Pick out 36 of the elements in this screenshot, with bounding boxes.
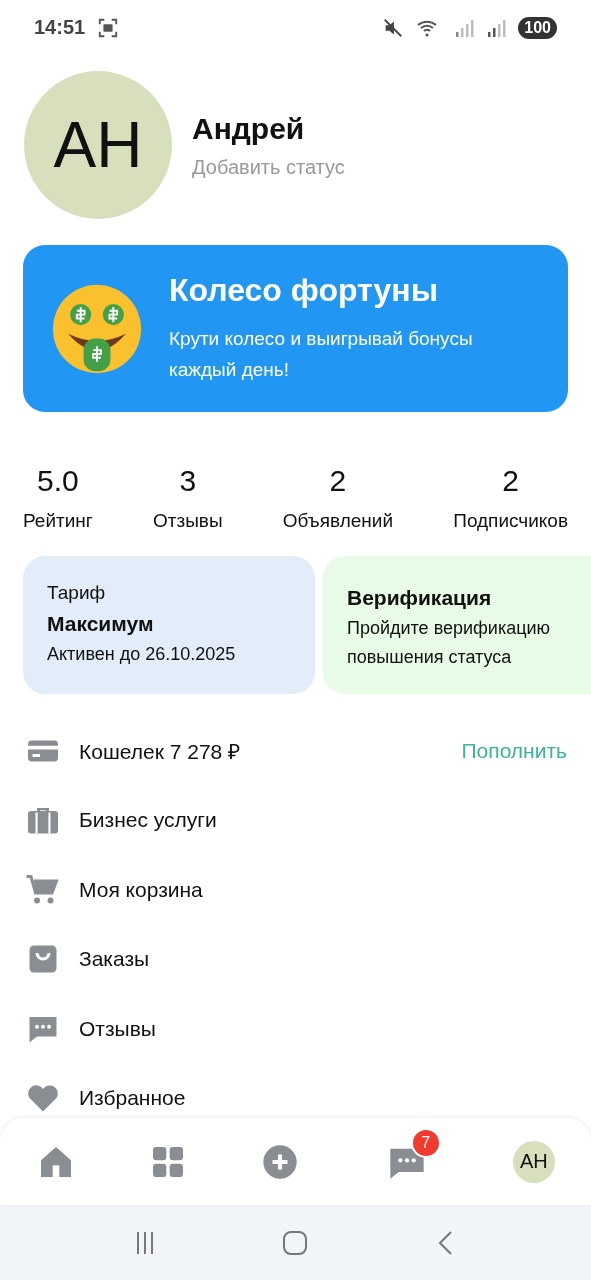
- home-button-icon[interactable]: [282, 1229, 309, 1256]
- menu-item[interactable]: Отзывы: [79, 1016, 567, 1041]
- stat-label: Объявлений: [282, 510, 393, 532]
- unread-badge: 7: [410, 1127, 441, 1158]
- user-name: Андрей: [192, 111, 306, 146]
- card-title: Верификация: [347, 586, 493, 610]
- stat-value: 2: [502, 464, 519, 498]
- card-text: Пройдите верификацию: [347, 618, 552, 639]
- verification-card[interactable]: Верификация Пройдите верификацию повышения статуса: [323, 556, 591, 694]
- screenshot-icon: [97, 16, 120, 39]
- tariff-card[interactable]: Тариф Максимум Активен до 26.10.2025: [23, 556, 315, 694]
- stat-label: Подписчиков: [453, 510, 568, 532]
- menu-item[interactable]: Бизнес услуги: [79, 808, 567, 833]
- card-text: повышения статуса: [347, 647, 513, 668]
- menu-item[interactable]: Избранное: [79, 1086, 567, 1111]
- nav-tab[interactable]: 7: [372, 1127, 441, 1182]
- menu-item[interactable]: Заказы: [79, 947, 567, 972]
- stat-value: 3: [179, 464, 197, 498]
- signal-icon: [486, 17, 507, 38]
- stat-value: 2: [329, 464, 347, 498]
- promo-title: Колесо фортуны: [169, 272, 439, 309]
- profile-tab[interactable]: АН: [512, 1140, 555, 1183]
- signal-icon: [454, 17, 475, 38]
- mute-icon: [382, 16, 405, 39]
- card-text: Активен до 26.10.2025: [47, 644, 237, 665]
- promo-text: Крути колесо и выигрывай бонусы каждый день!: [169, 327, 474, 382]
- avatar[interactable]: АН: [24, 71, 172, 219]
- battery-level: 100: [518, 16, 557, 39]
- stat-value: 5.0: [37, 464, 79, 498]
- menu-item[interactable]: Моя корзина: [79, 877, 567, 902]
- stat-label: Отзывы: [152, 510, 223, 532]
- clock: 14:51: [34, 16, 86, 39]
- card-caption: Тариф: [47, 582, 107, 604]
- stat-label: Рейтинг: [23, 510, 93, 532]
- menu-item[interactable]: Кошелек 7 278 ₽: [79, 736, 444, 765]
- card-title: Максимум: [47, 612, 155, 636]
